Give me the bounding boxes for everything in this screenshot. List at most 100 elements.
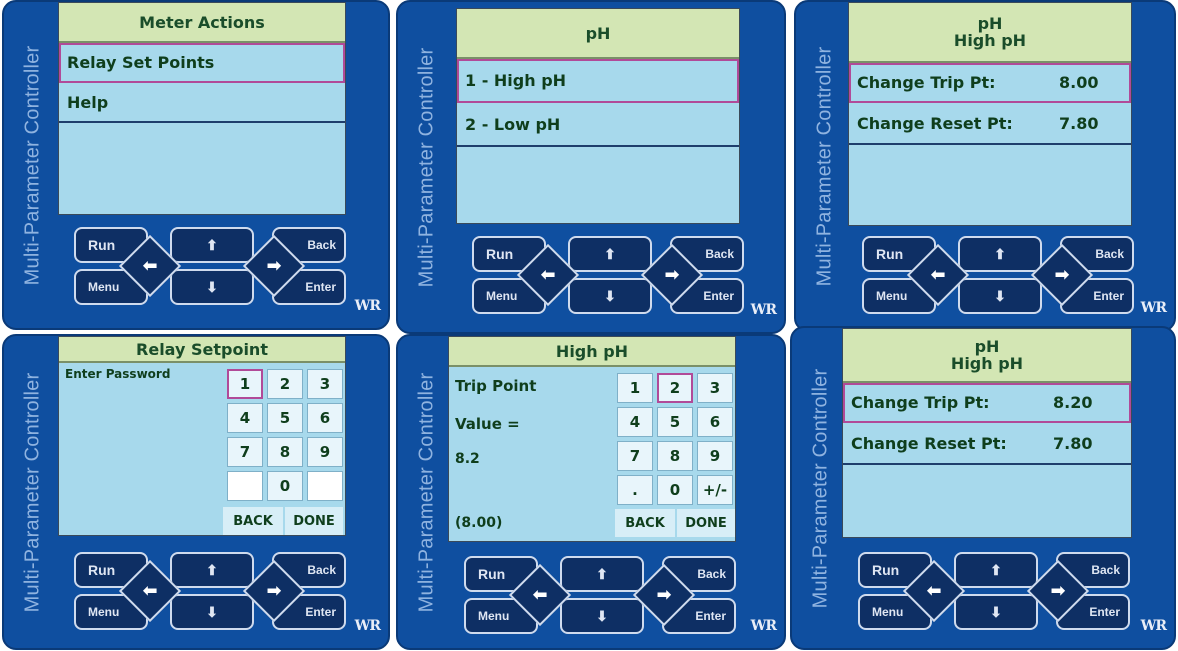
screen: pH High pH Change Trip Pt: 8.00 Change Res… — [848, 2, 1132, 226]
up-arrow-icon: ⬆ — [206, 561, 218, 578]
panel-ph: Multi-Parameter Controller pH 1 - High p… — [396, 0, 786, 334]
change-reset-point-item[interactable]: Change Reset Pt: 7.80 — [843, 423, 1131, 465]
screen-title: High pH — [449, 337, 735, 367]
screen: Meter Actions Relay Set Points Help — [58, 2, 346, 215]
key-1[interactable]: 1 — [617, 373, 653, 403]
up-arrow-icon: ⬆ — [596, 565, 608, 582]
right-arrow-icon: ➡ — [266, 255, 282, 277]
key-1[interactable]: 1 — [227, 369, 263, 399]
key-5[interactable]: 5 — [657, 407, 693, 437]
screen: Relay Setpoint Enter Password 1 2 3 4 5 … — [58, 336, 346, 536]
panel-high-ph-after: Multi-Parameter Controller pH High pH Cha… — [790, 326, 1176, 650]
key-6[interactable]: 6 — [697, 407, 733, 437]
key-6[interactable]: 6 — [307, 403, 343, 433]
enter-password-prompt: Enter Password — [65, 367, 171, 381]
panel-meter-actions: Multi-Parameter Controller Meter Actions… — [2, 0, 390, 330]
up-button[interactable]: ⬆ — [170, 552, 254, 588]
key-9[interactable]: 9 — [307, 437, 343, 467]
down-arrow-icon: ⬇ — [596, 607, 608, 624]
wr-logo: WR — [1140, 618, 1167, 634]
key-8[interactable]: 8 — [267, 437, 303, 467]
key-blank-left — [227, 471, 263, 501]
up-button[interactable]: ⬆ — [560, 556, 644, 592]
trip-point-value: 8.20 — [1053, 392, 1093, 412]
key-3[interactable]: 3 — [697, 373, 733, 403]
control-pad: Run Menu Back Enter ⬆ ⬇ ⬅ ➡ — [464, 556, 740, 634]
up-arrow-icon: ⬆ — [990, 561, 1002, 578]
screen-title: pH — [457, 9, 739, 59]
menu-item-high-ph[interactable]: 1 - High pH — [457, 59, 739, 103]
up-button[interactable]: ⬆ — [568, 236, 652, 272]
menu-item-relay-set-points[interactable]: Relay Set Points — [59, 43, 345, 83]
key-blank-right — [307, 471, 343, 501]
up-button[interactable]: ⬆ — [958, 236, 1042, 272]
key-decimal[interactable]: . — [617, 475, 653, 505]
right-arrow-icon: ➡ — [1054, 264, 1070, 286]
change-reset-point-item[interactable]: Change Reset Pt: 7.80 — [849, 103, 1131, 145]
side-label: Multi-Parameter Controller — [21, 45, 44, 285]
key-8[interactable]: 8 — [657, 441, 693, 471]
right-arrow-icon: ➡ — [266, 580, 282, 602]
up-button[interactable]: ⬆ — [170, 227, 254, 263]
previous-value: (8.00) — [455, 515, 503, 531]
wr-logo: WR — [750, 302, 777, 318]
side-label: Multi-Parameter Controller — [415, 47, 438, 287]
down-button[interactable]: ⬇ — [568, 278, 652, 314]
change-trip-point-item[interactable]: Change Trip Pt: 8.00 — [849, 63, 1131, 103]
up-arrow-icon: ⬆ — [604, 245, 616, 262]
down-button[interactable]: ⬇ — [170, 269, 254, 305]
key-0[interactable]: 0 — [657, 475, 693, 505]
down-arrow-icon: ⬇ — [206, 278, 218, 295]
key-plus-minus[interactable]: +/- — [697, 475, 733, 505]
change-trip-point-item[interactable]: Change Trip Pt: 8.20 — [843, 383, 1131, 423]
down-arrow-icon: ⬇ — [990, 603, 1002, 620]
wr-logo: WR — [1140, 300, 1167, 316]
left-arrow-icon: ⬅ — [142, 255, 158, 277]
key-2[interactable]: 2 — [267, 369, 303, 399]
right-arrow-icon: ➡ — [664, 264, 680, 286]
down-button[interactable]: ⬇ — [958, 278, 1042, 314]
up-arrow-icon: ⬆ — [994, 245, 1006, 262]
down-button[interactable]: ⬇ — [954, 594, 1038, 630]
key-4[interactable]: 4 — [227, 403, 263, 433]
key-7[interactable]: 7 — [227, 437, 263, 467]
screen-title: Meter Actions — [59, 3, 345, 43]
menu-item-low-ph[interactable]: 2 - Low pH — [457, 103, 739, 147]
key-3[interactable]: 3 — [307, 369, 343, 399]
up-button[interactable]: ⬆ — [954, 552, 1038, 588]
done-key[interactable]: DONE — [677, 509, 735, 537]
reset-point-value: 7.80 — [1059, 113, 1099, 133]
entered-value: 8.2 — [455, 451, 480, 467]
value-label: Value = — [455, 415, 520, 433]
key-4[interactable]: 4 — [617, 407, 653, 437]
key-2[interactable]: 2 — [657, 373, 693, 403]
side-label: Multi-Parameter Controller — [813, 46, 836, 286]
control-pad: Run Menu Back Enter ⬆ ⬇ ⬅ ➡ — [862, 236, 1138, 314]
trip-point-label: Trip Point — [455, 377, 537, 395]
screen: pH 1 - High pH 2 - Low pH — [456, 8, 740, 224]
control-pad: Run Menu Back Enter ⬆ ⬇ ⬅ ➡ — [472, 236, 748, 314]
key-7[interactable]: 7 — [617, 441, 653, 471]
side-label: Multi-Parameter Controller — [21, 372, 44, 612]
screen-title: pH High pH — [849, 3, 1131, 63]
right-arrow-icon: ➡ — [1050, 580, 1066, 602]
done-key[interactable]: DONE — [285, 507, 343, 535]
wr-logo: WR — [750, 618, 777, 634]
key-0[interactable]: 0 — [267, 471, 303, 501]
key-5[interactable]: 5 — [267, 403, 303, 433]
screen: High pH Trip Point Value = 8.2 (8.00) 1 … — [448, 336, 736, 542]
screen-title: pH High pH — [843, 329, 1131, 383]
back-key[interactable]: BACK — [615, 509, 675, 537]
right-arrow-icon: ➡ — [656, 584, 672, 606]
password-area: Enter Password — [59, 367, 217, 535]
key-9[interactable]: 9 — [697, 441, 733, 471]
back-key[interactable]: BACK — [223, 507, 283, 535]
trip-point-value: 8.00 — [1059, 72, 1099, 92]
menu-item-help[interactable]: Help — [59, 83, 345, 123]
left-arrow-icon: ⬅ — [930, 264, 946, 286]
down-button[interactable]: ⬇ — [560, 598, 644, 634]
control-pad: Run Menu Back Enter ⬆ ⬇ ⬅ ➡ — [74, 552, 350, 630]
down-arrow-icon: ⬇ — [994, 287, 1006, 304]
left-arrow-icon: ⬅ — [142, 580, 158, 602]
down-button[interactable]: ⬇ — [170, 594, 254, 630]
